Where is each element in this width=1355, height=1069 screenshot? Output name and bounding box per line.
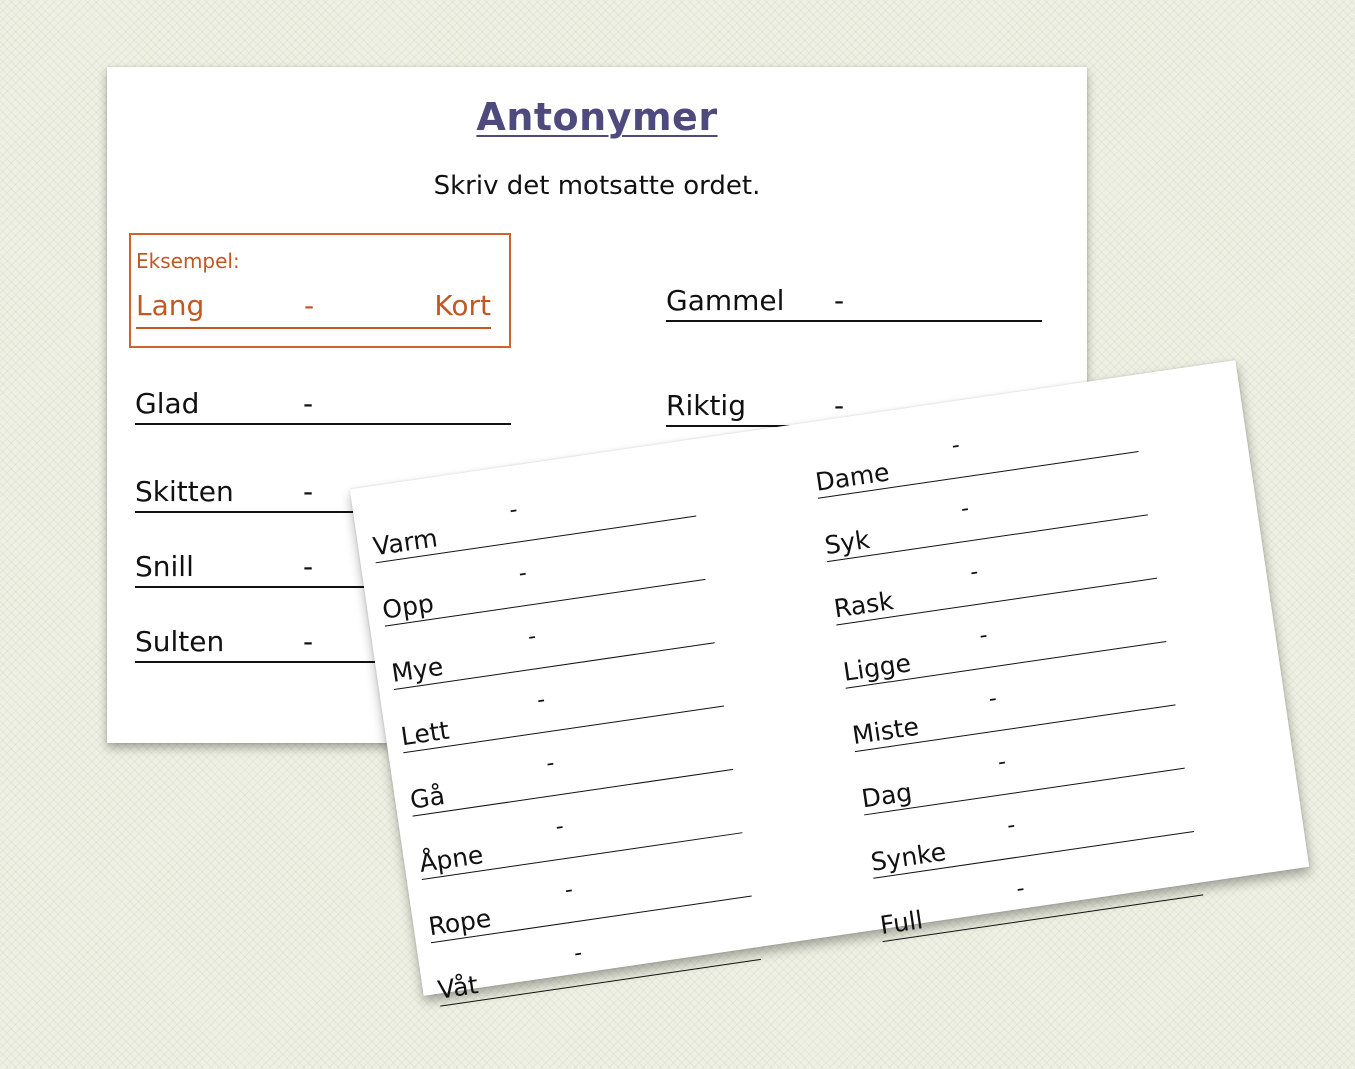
word-label: Ligge bbox=[841, 648, 913, 687]
worksheet-instruction: Skriv det motsatte ordet. bbox=[433, 171, 761, 201]
word-label: Gå bbox=[408, 780, 447, 815]
word-dash: - bbox=[834, 284, 845, 317]
word-label: Åpne bbox=[417, 840, 486, 878]
answer-line-varm[interactable]: Varm - bbox=[370, 481, 697, 564]
word-dash: - bbox=[303, 625, 314, 658]
word-dash: - bbox=[303, 475, 314, 508]
answer-line-glad[interactable]: Glad - bbox=[135, 387, 511, 425]
word-dash: - bbox=[977, 622, 990, 649]
word-label: Glad bbox=[135, 387, 200, 420]
word-dash: - bbox=[553, 814, 566, 840]
answer-line-rope[interactable]: Rope - bbox=[426, 861, 752, 944]
answer-line-miste[interactable]: Miste - bbox=[849, 670, 1176, 753]
example-word: Lang bbox=[136, 289, 205, 322]
word-label: Dag bbox=[859, 777, 914, 814]
word-dash: - bbox=[507, 497, 520, 524]
answer-line-syk[interactable]: Syk - bbox=[822, 480, 1148, 563]
answer-line-dag[interactable]: Dag - bbox=[859, 734, 1185, 816]
word-label: Lett bbox=[398, 715, 452, 752]
answer-line-ligge[interactable]: Ligge - bbox=[840, 607, 1167, 689]
word-label: Synke bbox=[868, 837, 948, 877]
word-label: Rope bbox=[426, 903, 493, 942]
answer-line-full[interactable]: Full - bbox=[877, 860, 1204, 943]
word-dash: - bbox=[544, 750, 557, 777]
word-dash: - bbox=[535, 687, 547, 714]
answer-line-synke[interactable]: Synke - bbox=[868, 797, 1195, 879]
word-dash: - bbox=[1014, 876, 1027, 903]
example-box: Eksempel: Lang - Kort bbox=[129, 233, 511, 348]
word-dash: - bbox=[303, 550, 314, 583]
example-dash: - bbox=[304, 289, 315, 322]
example-answer: Kort bbox=[434, 289, 491, 322]
word-label: Gammel bbox=[666, 284, 785, 317]
worksheet-title-text: Antonymer bbox=[476, 95, 718, 139]
word-label: Rask bbox=[832, 586, 896, 624]
worksheet-title: Antonymer bbox=[107, 95, 1087, 139]
word-label: Opp bbox=[380, 588, 436, 625]
word-dash: - bbox=[516, 560, 529, 587]
answer-line-dame[interactable]: Dame - bbox=[812, 417, 1139, 499]
word-dash: - bbox=[1005, 812, 1017, 839]
word-dash: - bbox=[950, 432, 962, 459]
word-dash: - bbox=[303, 387, 314, 420]
answer-line-mye[interactable]: Mye - bbox=[389, 608, 715, 690]
example-row: Lang - Kort bbox=[136, 287, 491, 329]
word-label: Dame bbox=[813, 457, 892, 497]
answer-line-gammel[interactable]: Gammel - bbox=[666, 284, 1042, 322]
word-label: Mye bbox=[389, 651, 446, 688]
word-dash: - bbox=[959, 496, 971, 523]
answer-line-lett[interactable]: Lett - bbox=[398, 671, 725, 754]
word-label: Skitten bbox=[135, 475, 234, 508]
example-label: Eksempel: bbox=[136, 249, 240, 273]
word-dash: - bbox=[526, 624, 538, 650]
answer-line-opp[interactable]: Opp - bbox=[379, 545, 706, 627]
word-label: Våt bbox=[435, 970, 480, 1005]
word-dash: - bbox=[987, 686, 999, 713]
answer-line-vat[interactable]: Våt - bbox=[435, 925, 761, 1007]
word-label: Riktig bbox=[666, 389, 746, 422]
word-label: Syk bbox=[822, 524, 872, 561]
word-label: Sulten bbox=[135, 625, 225, 658]
word-label: Varm bbox=[371, 523, 440, 562]
word-dash: - bbox=[563, 877, 575, 904]
word-label: Full bbox=[878, 905, 925, 941]
word-label: Miste bbox=[850, 711, 921, 751]
answer-line-ga[interactable]: Gå - bbox=[407, 735, 734, 817]
word-dash: - bbox=[996, 749, 1008, 776]
answer-line-apne[interactable]: Åpne - bbox=[416, 798, 743, 880]
answer-line-rask[interactable]: Rask - bbox=[831, 544, 1158, 626]
word-label: Snill bbox=[135, 550, 194, 583]
word-dash: - bbox=[572, 940, 584, 967]
word-dash: - bbox=[968, 559, 981, 586]
